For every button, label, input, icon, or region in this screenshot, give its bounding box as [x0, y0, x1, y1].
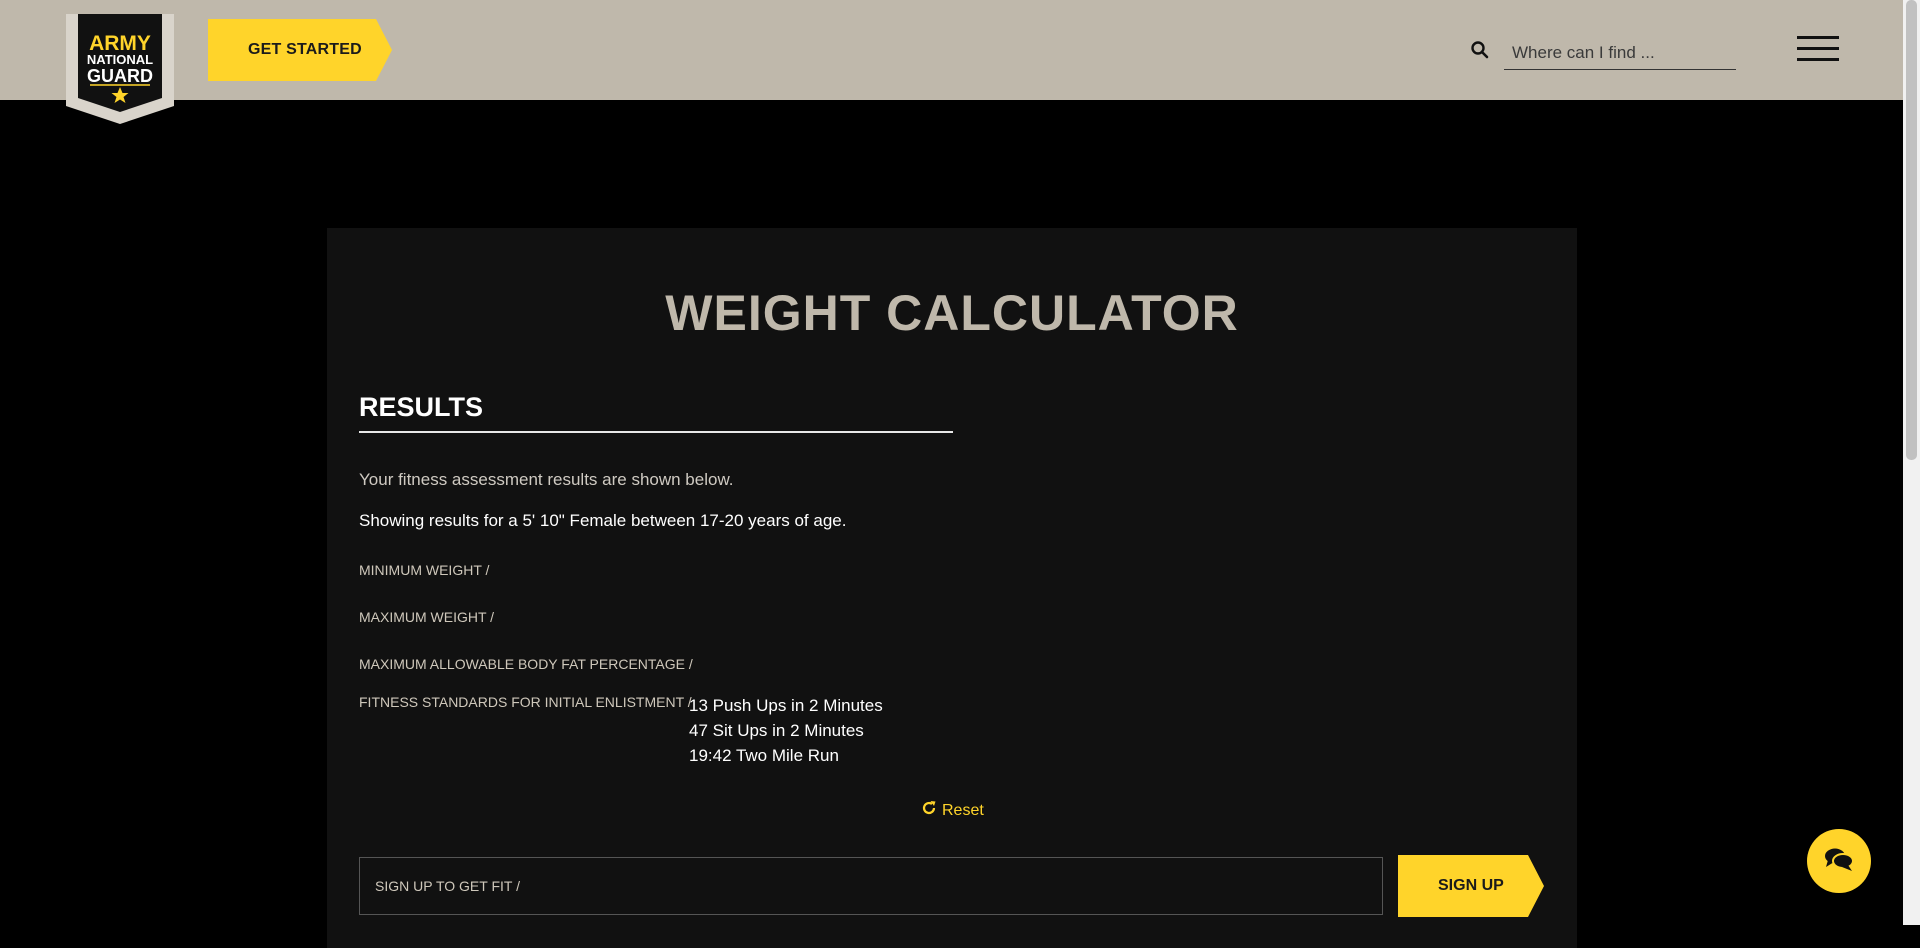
fitness-standards-list: 13 Push Ups in 2 Minutes 47 Sit Ups in 2… — [689, 693, 883, 768]
fitness-standard-two-mile-run: 19:42 Two Mile Run — [689, 746, 839, 765]
search-input[interactable] — [1504, 36, 1736, 70]
site-header: ARMY NATIONAL GUARD GET STARTED — [0, 0, 1903, 124]
results-heading: RESULTS — [359, 392, 953, 433]
logo-text-national: NATIONAL — [87, 52, 153, 67]
fitness-standard-push-ups: 13 Push Ups in 2 Minutes — [689, 696, 883, 715]
search-icon[interactable] — [1470, 40, 1490, 60]
scrollbar-thumb[interactable] — [1906, 0, 1917, 460]
max-body-fat-label: MAXIMUM ALLOWABLE BODY FAT PERCENTAGE / — [359, 656, 693, 672]
minimum-weight-label: MINIMUM WEIGHT / — [359, 562, 490, 578]
reset-label: Reset — [942, 801, 984, 819]
chat-icon — [1824, 846, 1854, 877]
sign-up-button[interactable]: SIGN UP — [1398, 855, 1544, 917]
hamburger-menu-icon[interactable] — [1797, 36, 1839, 64]
results-summary-text: Showing results for a 5' 10" Female betw… — [359, 511, 847, 530]
chat-button[interactable] — [1807, 829, 1871, 893]
reset-button[interactable]: Reset — [921, 800, 984, 821]
army-national-guard-logo[interactable]: ARMY NATIONAL GUARD — [66, 14, 174, 124]
logo-text-guard: GUARD — [87, 66, 153, 86]
reset-icon — [921, 800, 937, 821]
fitness-standard-sit-ups: 47 Sit Ups in 2 Minutes — [689, 721, 864, 740]
results-intro-text: Your fitness assessment results are show… — [359, 470, 734, 489]
weight-calculator-card: WEIGHT CALCULATOR RESULTS Your fitness a… — [327, 228, 1577, 948]
page-title: WEIGHT CALCULATOR — [665, 285, 1239, 341]
signup-email-field[interactable] — [359, 857, 1383, 915]
fitness-standards-label: FITNESS STANDARDS FOR INITIAL ENLISTMENT… — [359, 694, 692, 710]
get-started-button[interactable]: GET STARTED — [208, 19, 392, 81]
maximum-weight-label: MAXIMUM WEIGHT / — [359, 609, 495, 625]
